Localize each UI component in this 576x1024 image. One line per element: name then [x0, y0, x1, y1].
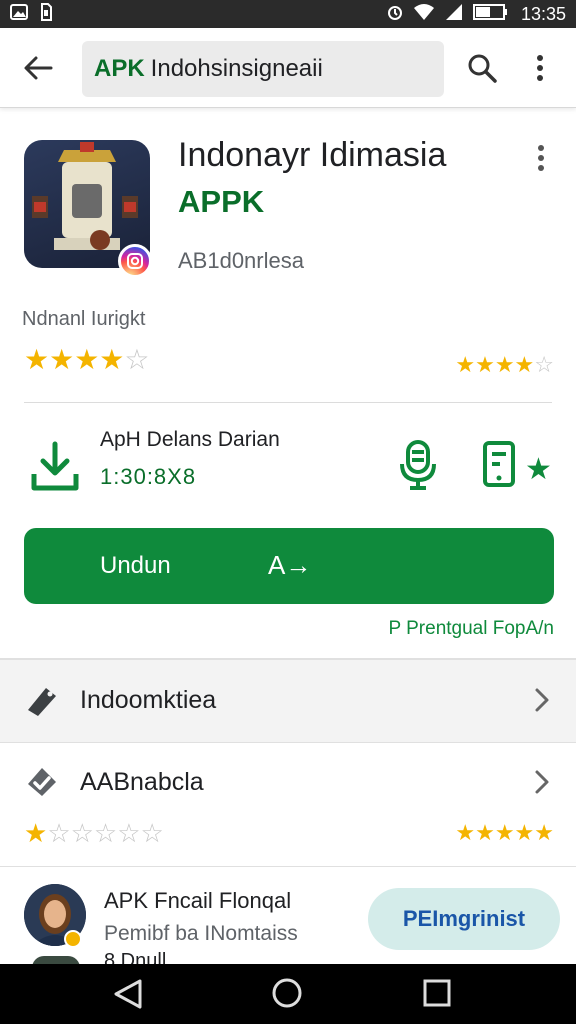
list-item-badge[interactable]: AABnabcla	[0, 742, 576, 822]
install-button[interactable]: Undun A→	[24, 528, 554, 604]
wifi-icon	[413, 3, 435, 25]
check-badge-icon	[24, 764, 60, 800]
nav-home-button[interactable]	[270, 976, 304, 1010]
app-more-button[interactable]	[530, 140, 552, 176]
search-input[interactable]: APK Indohsinsigneaii	[82, 41, 444, 97]
search-text: Indohsinsigneaii	[150, 55, 323, 82]
tag-icon	[24, 682, 60, 718]
circle-home-icon	[272, 978, 302, 1008]
verified-badge-icon	[64, 930, 82, 948]
app-bar: APK Indohsinsigneaii	[0, 28, 576, 108]
install-label: Undun	[100, 552, 171, 579]
signal-icon	[445, 3, 463, 25]
app-subtitle: APPK	[178, 184, 265, 219]
divider	[0, 866, 576, 867]
clock: 13:35	[520, 3, 566, 24]
battery-icon	[472, 4, 507, 24]
search-icon	[468, 54, 497, 83]
image-icon	[10, 4, 28, 24]
status-bar: 13:35	[0, 0, 576, 28]
download-icon[interactable]	[30, 440, 80, 492]
rating-stars: ★★★★☆	[24, 344, 150, 375]
search-button[interactable]	[462, 48, 502, 88]
download-title: ApH Delans Darian	[100, 428, 280, 451]
list-item-tag[interactable]: Indoomktiea	[0, 660, 576, 740]
app-title: Indonayr Idimasia	[178, 136, 447, 174]
divider	[24, 402, 552, 403]
favorite-star-icon[interactable]: ★	[525, 455, 552, 485]
rating-label: Ndnanl Iurigkt	[22, 308, 146, 330]
sim-icon	[40, 3, 52, 25]
arrow-left-icon	[24, 56, 53, 80]
promo-title: APK Fncail Flonqal	[104, 888, 292, 913]
more-vertical-icon	[537, 55, 543, 81]
search-prefix: APK	[94, 55, 145, 82]
download-size: 1:30:8X8	[100, 464, 197, 489]
rating-stars-secondary: ★★★★☆	[455, 352, 554, 377]
install-arrow-label: A→	[268, 550, 312, 580]
alarm-icon	[387, 3, 403, 25]
square-recents-icon	[423, 979, 451, 1007]
overflow-menu-button[interactable]	[524, 48, 556, 88]
chevron-right-icon	[530, 766, 554, 798]
device-icon[interactable]	[482, 440, 516, 488]
program-link[interactable]: P Prentgual FopA/n	[389, 618, 554, 640]
navigation-bar	[0, 964, 576, 1024]
review-stars-secondary: ★★★★★	[455, 820, 554, 845]
promo-cut-text: 8 Dnull	[104, 950, 167, 964]
triangle-back-icon	[114, 979, 142, 1009]
list-item-label: AABnabcla	[80, 767, 204, 796]
instagram-badge-icon	[118, 244, 152, 278]
nav-back-button[interactable]	[112, 978, 146, 1010]
promo-subtitle: Pemibf ba INomtaiss	[104, 922, 298, 945]
promo-button[interactable]: PEImgrinist	[368, 888, 560, 950]
review-stars: ★☆☆☆☆☆	[24, 818, 164, 848]
list-item-label: Indoomktiea	[80, 685, 217, 714]
more-vertical-icon	[538, 145, 544, 171]
microphone-icon[interactable]	[400, 440, 436, 490]
nav-recents-button[interactable]	[422, 978, 452, 1008]
developer-name[interactable]: AB1d0nrlesa	[178, 248, 304, 274]
chevron-right-icon	[530, 684, 554, 716]
back-button[interactable]	[18, 48, 58, 88]
